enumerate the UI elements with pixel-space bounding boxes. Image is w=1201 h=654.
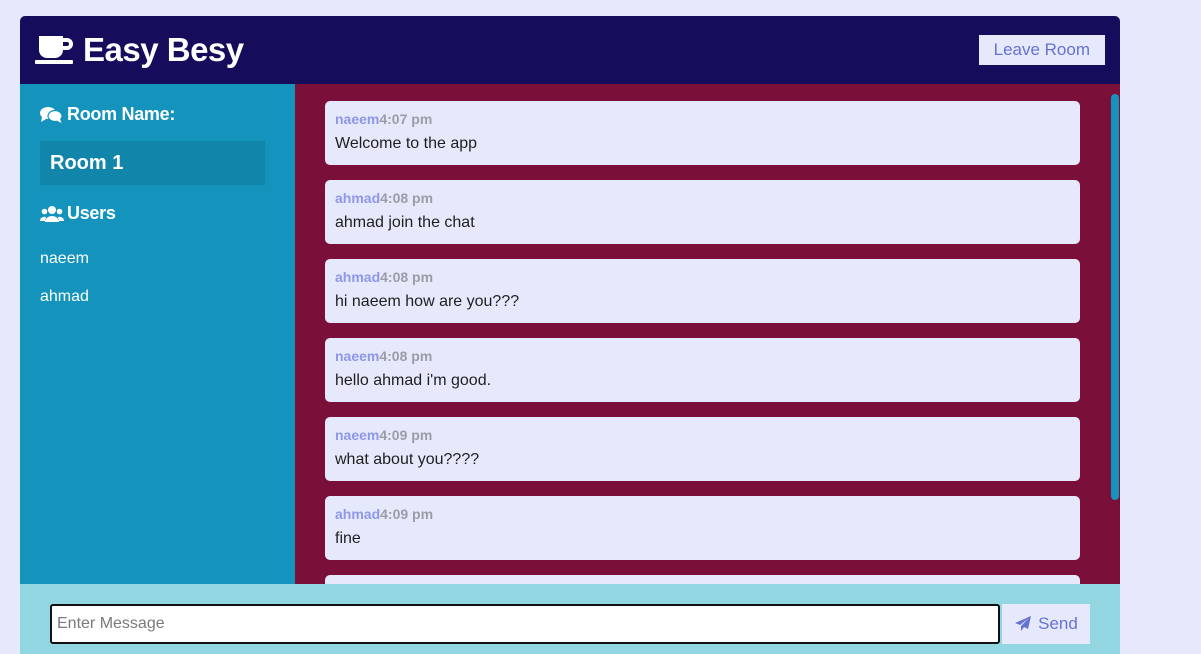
room-name: Room 1 (40, 141, 265, 185)
message: ahmad4:08 pm hi naeem how are you??? (325, 259, 1080, 323)
message-text: what about you???? (335, 451, 480, 468)
coffee-cup-icon (35, 34, 75, 66)
message-meta: naeem4:08 pm (335, 348, 1070, 364)
message-author: ahmad (335, 190, 381, 206)
sidebar: Room Name: Room 1 Users naeem ahmad (20, 84, 295, 584)
message-meta: ahmad4:09 pm (335, 506, 1070, 522)
user-list-item: ahmad (40, 288, 89, 305)
composer: Send (20, 584, 1120, 654)
chat-messages[interactable]: naeem4:07 pm Welcome to the app ahmad4:0… (295, 84, 1120, 584)
message: naeem4:08 pm hello ahmad i'm good. (325, 338, 1080, 402)
leave-room-button[interactable]: Leave Room (978, 35, 1105, 65)
brand: Easy Besy (35, 31, 244, 69)
send-label: Send (1038, 614, 1078, 633)
message-author: ahmad (335, 506, 381, 522)
message-author: naeem (335, 111, 380, 127)
message-meta: ahmad4:08 pm (335, 269, 1070, 285)
comments-icon (40, 106, 63, 124)
message-time: 4:08 pm (380, 269, 434, 285)
users-icon (39, 205, 65, 223)
message-meta: ahmad4:08 pm (335, 190, 1070, 206)
message-author: naeem (335, 348, 380, 364)
message-time: 4:07 pm (379, 111, 433, 127)
message-input[interactable] (50, 604, 1000, 644)
message-partial (325, 575, 1080, 584)
message-time: 4:09 pm (379, 427, 433, 443)
chat-main: Room Name: Room 1 Users naeem ahmad naee… (20, 84, 1120, 584)
message-time: 4:09 pm (380, 506, 434, 522)
message-author: ahmad (335, 269, 381, 285)
message-author: naeem (335, 427, 380, 443)
chat-header: Easy Besy Leave Room (20, 16, 1120, 84)
send-button[interactable]: Send (1002, 604, 1090, 644)
messages-scrollbar[interactable] (1110, 84, 1120, 584)
message: naeem4:07 pm Welcome to the app (325, 101, 1080, 165)
message-meta: naeem4:07 pm (335, 111, 1070, 127)
message: naeem4:09 pm what about you???? (325, 417, 1080, 481)
user-list: naeem ahmad (40, 240, 275, 316)
chat-container: Easy Besy Leave Room Room Name: Room 1 U… (20, 16, 1120, 654)
message-text: ahmad join the chat (335, 214, 475, 231)
scrollbar-thumb[interactable] (1111, 94, 1119, 500)
message-text: fine (335, 530, 361, 547)
paper-plane-icon (1014, 615, 1032, 633)
message-meta: naeem4:09 pm (335, 427, 1070, 443)
app-title: Easy Besy (83, 31, 244, 68)
message-time: 4:08 pm (379, 348, 433, 364)
message: ahmad4:08 pm ahmad join the chat (325, 180, 1080, 244)
users-heading: Users (39, 203, 275, 224)
message-text: hello ahmad i'm good. (335, 372, 492, 389)
users-heading-label: Users (67, 203, 116, 223)
user-list-item: naeem (40, 250, 89, 267)
chat-form: Send (50, 604, 1090, 644)
message-text: hi naeem how are you??? (335, 293, 520, 310)
room-heading-label: Room Name: (67, 104, 176, 124)
message-time: 4:08 pm (380, 190, 434, 206)
room-heading: Room Name: (40, 104, 275, 125)
message-text: Welcome to the app (335, 135, 478, 152)
message: ahmad4:09 pm fine (325, 496, 1080, 560)
